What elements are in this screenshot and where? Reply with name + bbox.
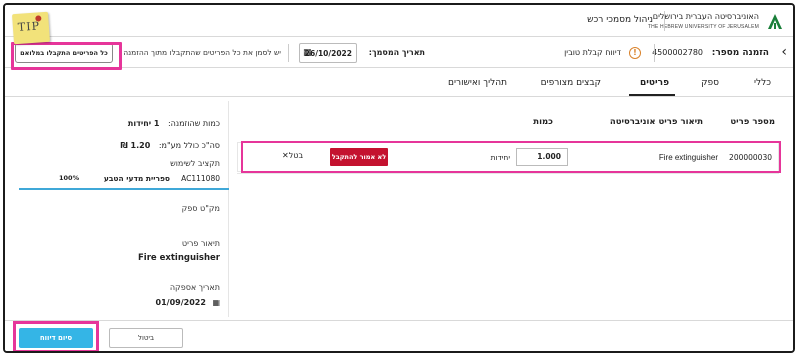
mark-all-hint: יש לסמן את כל הפריטים שהתקבלו מתוך ההזמנ… [123,48,281,57]
tab-items[interactable]: פריטים [640,78,669,88]
cancel-button[interactable]: ביטול [109,328,183,348]
column-header-university-description: תיאור פריט אוניברסיטה [609,117,703,127]
supply-date-value: 01/09/2022 [155,298,206,307]
chevron-left-icon[interactable]: ‹ [781,44,787,60]
tabs-bar: כללי ספק פריטים קבצים מצורפים תהליך ואיש… [5,69,793,97]
total-incl-vat: סה"כ כולל מע"מ: 1.20 ₪ [121,141,221,150]
ordered-quantity: כמות שהוזמנה: 1 יחידות [128,119,220,128]
supply-date: ▦ 01/09/2022 [156,298,220,307]
divider [288,44,289,62]
document-date-label: תאריך המסמך: [368,48,425,57]
tab-process-approvals[interactable]: תהליך ואישורים [448,78,507,88]
budget-progress-bar [19,188,229,190]
active-tab-indicator [629,94,675,96]
document-date-value: 26/10/2022 [304,49,352,58]
item-description-label: תיאור פריט [181,239,220,248]
budget-label: תקציב לשימוש [170,159,220,168]
budget-name: ספריית מדעי הטבע [103,174,170,183]
supplier-sku-label: מק"ט ספק [181,204,220,213]
top-header: האוניברסיטה העברית בירושלים THE HEBREW U… [5,5,793,37]
divider [654,44,655,62]
divider [237,173,779,174]
item-details-panel: כמות שהוזמנה: 1 יחידות סה"כ כולל מע"מ: 1… [19,101,229,317]
order-bar: ‹ הזמנה מספר: 4500002780 ! דיווח קבלת טו… [5,38,793,68]
tab-supplier[interactable]: ספק [701,78,719,88]
tab-general[interactable]: כללי [754,78,771,88]
header-divider [664,11,665,31]
budget-code: AC111080 [181,174,220,183]
column-header-item-number: מספר פריט [730,117,775,127]
page-title: ניהול מסמכי רכש [587,15,653,25]
total-label: סה"כ כולל מע"מ: [158,141,220,150]
tip-sticky-note: TIP [11,11,51,45]
ordered-quantity-value: 1 יחידות [127,119,160,128]
highlight-mark-all [11,42,122,70]
tab-attachments[interactable]: קבצים מצורפים [541,78,601,88]
column-header-quantity: כמות [533,117,553,127]
calendar-icon[interactable]: ▦ [303,48,312,58]
bottom-action-bar: סיום דיווח ביטול [5,320,793,351]
highlight-item-row [241,141,781,173]
highlight-finish [13,321,99,351]
order-number-label: הזמנה מספר: [711,48,769,58]
item-description-value: Fire extinguisher [137,253,220,263]
ordered-quantity-label: כמות שהוזמנה: [167,119,220,128]
document-date-field[interactable]: 26/10/2022 ▦ [299,43,357,63]
supply-date-label: תאריך אספקה [169,283,220,292]
tip-label: TIP [17,19,41,34]
order-number: 4500002780 [652,48,703,57]
budget-percent: 100% [59,174,80,182]
total-value: 1.20 ₪ [120,141,151,150]
alert-icon: ! [629,47,641,59]
university-logo-icon [768,14,782,29]
delivery-report-title: דיווח קבלת טובין [564,48,621,57]
calendar-icon: ▦ [212,298,220,307]
app-window: האוניברסיטה העברית בירושלים THE HEBREW U… [3,3,795,353]
